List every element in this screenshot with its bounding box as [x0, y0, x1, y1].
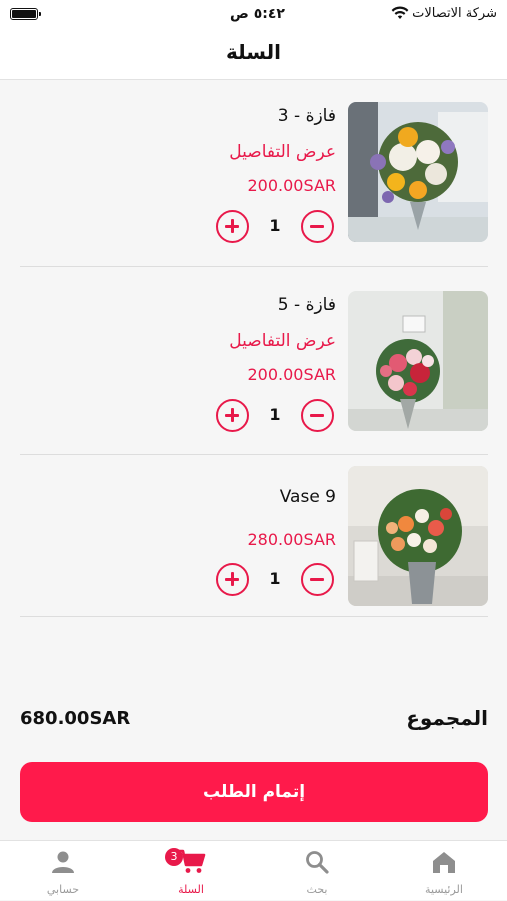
cart-count-badge: 3	[165, 848, 183, 866]
increase-quantity-button[interactable]	[216, 210, 249, 243]
quantity-stepper: 1	[216, 399, 334, 433]
page-header: السلة	[0, 28, 507, 80]
product-price: 280.00SAR	[247, 530, 337, 549]
increase-quantity-button[interactable]	[216, 399, 249, 432]
product-name[interactable]: فازة - 3	[278, 106, 336, 126]
tab-cart[interactable]: 3 السلة	[128, 841, 254, 901]
product-image[interactable]	[348, 466, 488, 606]
decrease-quantity-button[interactable]	[301, 399, 334, 432]
wifi-icon	[391, 5, 409, 24]
increase-quantity-button[interactable]	[216, 563, 249, 596]
cart-item: Vase 9 280.00SAR 1	[20, 455, 488, 617]
view-details-link[interactable]: عرض التفاصيل	[229, 331, 336, 351]
product-image[interactable]	[348, 291, 488, 431]
tab-account[interactable]: حسابي	[0, 841, 126, 901]
home-icon	[433, 852, 455, 873]
total-value: 680.00SAR	[20, 708, 131, 729]
decrease-quantity-button[interactable]	[301, 210, 334, 243]
view-details-link[interactable]: عرض التفاصيل	[229, 142, 336, 162]
decrease-quantity-button[interactable]	[301, 563, 334, 596]
search-icon	[306, 851, 329, 874]
tab-search[interactable]: بحث	[254, 841, 380, 901]
total-label: المجموع	[406, 706, 488, 730]
product-name[interactable]: فازة - 5	[278, 295, 336, 315]
tab-label: بحث	[306, 883, 328, 896]
cart-item: فازة - 3 عرض التفاصيل 200.00SAR 1	[20, 102, 488, 267]
page-title: السلة	[225, 40, 281, 64]
tab-home[interactable]: الرئيسية	[381, 841, 507, 901]
quantity-value: 1	[269, 216, 281, 235]
quantity-stepper: 1	[216, 563, 334, 597]
product-name[interactable]: Vase 9	[280, 487, 336, 507]
tab-label: حسابي	[46, 883, 80, 896]
product-price: 200.00SAR	[247, 176, 337, 195]
clock: ٥:٤٢ ص	[230, 6, 285, 22]
checkout-button[interactable]: إتمام الطلب	[20, 762, 488, 822]
battery-icon	[10, 8, 41, 20]
product-image[interactable]	[348, 102, 488, 242]
tab-label: الرئيسية	[425, 883, 463, 896]
quantity-value: 1	[269, 569, 281, 588]
product-price: 200.00SAR	[247, 365, 337, 384]
quantity-stepper: 1	[216, 210, 334, 244]
order-total: المجموع 680.00SAR	[20, 706, 488, 736]
user-icon	[52, 851, 74, 873]
tab-label: السلة	[178, 883, 204, 896]
quantity-value: 1	[269, 405, 281, 424]
status-bar: شركة الاتصالات ٥:٤٢ ص	[0, 0, 507, 28]
tab-bar: الرئيسية بحث 3 السلة حسابي	[0, 840, 507, 900]
cart-item: فازة - 5 عرض التفاصيل 200.00SAR 1	[20, 267, 488, 455]
carrier-name: شركة الاتصالات	[412, 6, 497, 21]
